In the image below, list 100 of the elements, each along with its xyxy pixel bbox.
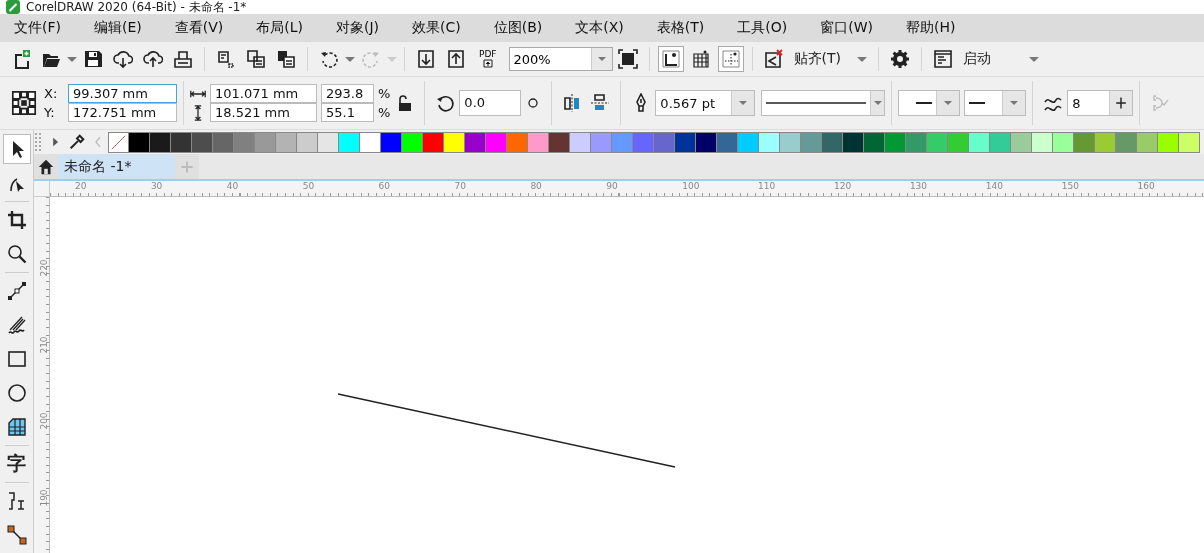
color-swatch[interactable] [906,131,927,153]
increase-button[interactable] [1109,91,1133,115]
color-swatch[interactable] [885,131,906,153]
line-style-dropdown[interactable] [761,90,886,116]
snap-dropdown[interactable]: 贴齐(T) [788,46,873,72]
ruler-label: 60 [378,181,391,191]
color-swatch[interactable] [990,131,1011,153]
color-swatch[interactable] [150,131,171,153]
rotation-field[interactable]: 0.0 [459,90,522,116]
width-field[interactable]: 101.071 mm [210,84,317,103]
color-swatch[interactable] [444,131,465,153]
caret-icon [345,56,355,62]
color-swatch[interactable] [1179,131,1200,153]
color-swatch[interactable] [570,131,591,153]
color-swatch[interactable] [801,131,822,153]
color-swatch[interactable] [339,131,360,153]
color-swatch[interactable] [969,131,990,153]
window-title: CorelDRAW 2020 (64-Bit) - 未命名 -1* [26,0,247,14]
color-swatch[interactable] [507,131,528,153]
color-swatch[interactable] [696,131,717,153]
menu-item[interactable]: 窗口(W) [810,19,884,37]
color-swatch[interactable] [633,131,654,153]
color-swatch[interactable] [129,131,150,153]
color-swatch[interactable] [1074,131,1095,153]
color-swatch[interactable] [360,131,381,153]
scale-y-field[interactable]: 55.1 [321,103,374,122]
caret-icon [739,101,748,105]
menu-item[interactable]: 编辑(E) [84,19,152,37]
color-swatch[interactable] [822,131,843,153]
color-swatch[interactable] [1158,131,1179,153]
y-position-field[interactable]: 172.751 mm [68,103,177,122]
text-tool-button[interactable]: 字 [2,449,31,479]
color-swatch[interactable] [213,131,234,153]
ruler-label: 220 [38,259,49,277]
x-position-field[interactable]: 99.307 mm [68,84,177,103]
color-swatch[interactable] [297,131,318,153]
start-arrowhead-dropdown[interactable] [898,90,961,116]
color-swatch[interactable] [1011,131,1032,153]
color-swatch[interactable] [255,131,276,153]
ruler-label: 30 [150,181,163,191]
color-swatch[interactable] [717,131,738,153]
menu-item[interactable]: 帮助(H) [896,19,966,37]
menu-item[interactable]: 效果(C) [402,19,471,37]
guides-toggle-button[interactable] [717,46,744,72]
color-swatch[interactable] [465,131,486,153]
color-swatch[interactable] [381,131,402,153]
caret-icon [387,56,397,62]
import-icon [416,49,436,69]
color-swatch[interactable] [276,131,297,153]
color-swatch[interactable] [612,131,633,153]
color-swatch[interactable] [927,131,948,153]
line-segment[interactable] [337,393,676,468]
zoom-dropdown[interactable]: 200% [508,47,613,71]
scale-x-field[interactable]: 293.8 [321,84,374,103]
pick-tool-button[interactable] [2,134,31,164]
copy-icon [246,49,266,69]
color-swatch[interactable] [1053,131,1074,153]
ruler-label: 160 [1137,181,1155,191]
color-swatch[interactable] [234,131,255,153]
menu-item[interactable]: 布局(L) [246,19,313,37]
no-color-swatch[interactable] [108,131,129,153]
color-swatch[interactable] [675,131,696,153]
menu-item[interactable]: 文件(F) [4,19,71,37]
menu-item[interactable]: 文本(X) [565,19,634,37]
color-swatch[interactable] [948,131,969,153]
color-swatch[interactable] [486,131,507,153]
pdf-export-button[interactable]: PDF [471,48,505,70]
home-button[interactable] [34,154,58,179]
color-swatch[interactable] [1032,131,1053,153]
document-icon [216,49,236,69]
menu-item[interactable]: 工具(O) [727,19,798,37]
color-swatch[interactable] [738,131,759,153]
color-swatch[interactable] [528,131,549,153]
color-swatch[interactable] [843,131,864,153]
launch-dropdown[interactable]: 启动 [958,46,1045,72]
document-tab[interactable]: 未命名 -1* [58,154,176,179]
color-swatch[interactable] [1137,131,1158,153]
color-swatch[interactable] [654,131,675,153]
color-swatch[interactable] [402,131,423,153]
end-arrowhead-dropdown[interactable] [964,90,1027,116]
grid-toggle-icon [690,49,711,69]
menu-item[interactable]: 位图(B) [483,19,553,37]
color-swatch[interactable] [780,131,801,153]
color-swatch[interactable] [1095,131,1116,153]
color-swatch[interactable] [549,131,570,153]
color-swatch[interactable] [759,131,780,153]
menu-item[interactable]: 查看(V) [164,19,234,37]
color-swatch[interactable] [864,131,885,153]
color-swatch[interactable] [423,131,444,153]
color-swatch[interactable] [591,131,612,153]
menu-item[interactable]: 表格(T) [646,19,715,37]
menu-item[interactable]: 对象(J) [326,19,390,37]
color-swatch[interactable] [318,131,339,153]
redo-icon [361,49,381,69]
color-swatch[interactable] [192,131,213,153]
color-swatch[interactable] [1116,131,1137,153]
outline-width-dropdown[interactable]: 0.567 pt [655,90,756,116]
rulers-toggle-button[interactable] [657,46,684,72]
height-field[interactable]: 18.521 mm [210,103,317,122]
color-swatch[interactable] [171,131,192,153]
